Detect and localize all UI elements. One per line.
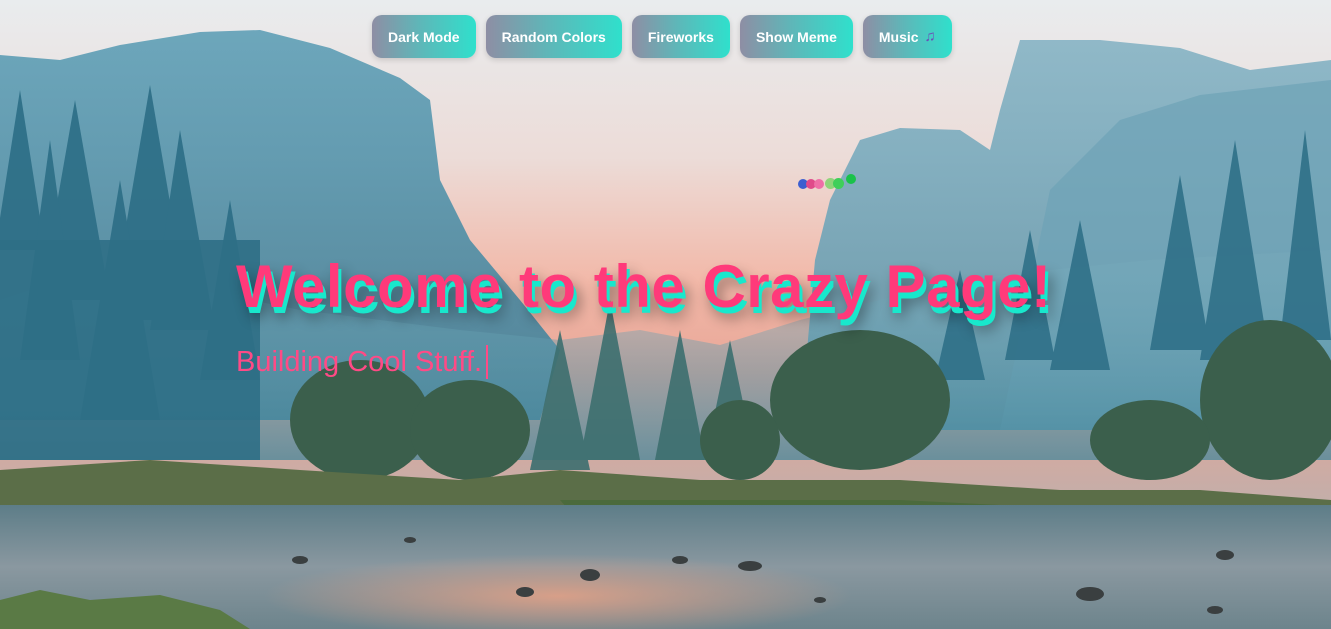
show-meme-button[interactable]: Show Meme (739, 15, 853, 58)
text-cursor (486, 345, 489, 379)
show-meme-label: Show Meme (755, 28, 837, 45)
page-title: Welcome to the Crazy Page! (236, 253, 1052, 320)
fireworks-button[interactable]: Fireworks (631, 15, 730, 58)
music-label: Music (878, 28, 919, 45)
random-colors-button[interactable]: Random Colors (485, 15, 622, 58)
music-note-icon: ♫ (924, 28, 936, 45)
random-colors-label: Random Colors (501, 28, 606, 45)
particle-dot (846, 174, 856, 184)
dark-mode-button[interactable]: Dark Mode (372, 15, 476, 58)
music-button[interactable]: Music ♫ (862, 15, 952, 58)
particle-dot (833, 178, 844, 189)
typing-subtitle: Building Cool Stuff. (236, 345, 489, 379)
fireworks-label: Fireworks (647, 28, 714, 45)
particle-dot (814, 179, 824, 189)
toolbar: Dark Mode Random Colors Fireworks Show M… (372, 15, 952, 58)
dark-mode-label: Dark Mode (388, 28, 460, 45)
subtitle-text: Building Cool Stuff. (236, 345, 483, 378)
firework-particles (796, 173, 860, 193)
